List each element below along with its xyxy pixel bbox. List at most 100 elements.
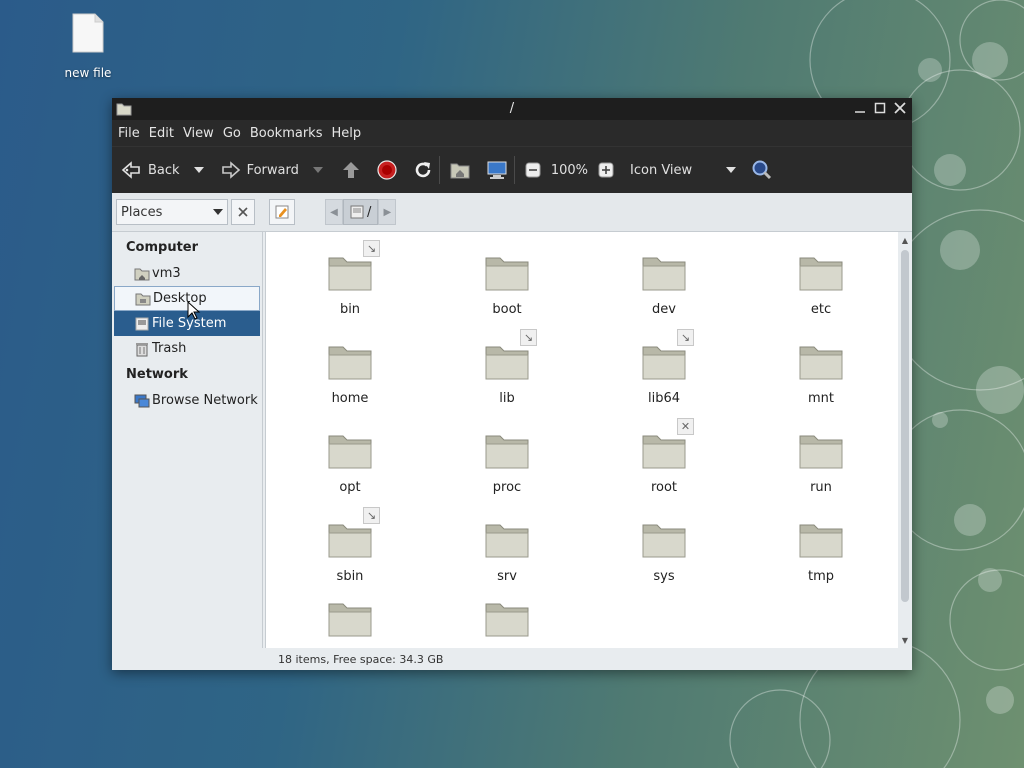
- toggle-location-entry-button[interactable]: [269, 199, 295, 225]
- path-scroll-left[interactable]: ◀: [325, 199, 343, 225]
- path-bar: ◀ / ▶: [325, 199, 397, 225]
- close-sidebar-button[interactable]: [231, 199, 255, 225]
- home-folder-icon: [134, 268, 150, 280]
- sidebar-item-vm3[interactable]: vm3: [114, 261, 260, 286]
- home-button[interactable]: [450, 153, 470, 187]
- icon-grid: ↘ bin boot dev etc home ↘ lib ↘ lib64 mnt opt proc ✕ r…: [266, 232, 898, 648]
- menu-view[interactable]: View: [183, 126, 214, 141]
- path-crumb-root[interactable]: /: [343, 199, 379, 225]
- up-button[interactable]: [341, 153, 361, 187]
- folder-icon: ↘: [327, 240, 380, 292]
- toolbar: Back Forward 100% Icon View: [112, 146, 912, 193]
- folder-icon: [798, 519, 844, 559]
- titlebar[interactable]: /: [112, 98, 912, 120]
- folder-item[interactable]: srv: [447, 519, 567, 584]
- menu-help[interactable]: Help: [331, 126, 361, 141]
- folder-name: root: [650, 480, 678, 495]
- folder-name: etc: [810, 302, 832, 317]
- folder-icon: [484, 430, 530, 470]
- folder-name: home: [331, 391, 369, 406]
- folder-icon: [327, 430, 373, 470]
- computer-icon: [487, 161, 507, 179]
- scroll-down-arrow[interactable]: ▼: [898, 634, 912, 648]
- search-icon: [752, 160, 772, 180]
- back-history-dropdown[interactable]: [193, 153, 204, 187]
- chevron-down-icon: [193, 167, 204, 173]
- chevron-down-icon: [726, 167, 737, 173]
- menu-edit[interactable]: Edit: [149, 126, 174, 141]
- close-button[interactable]: [892, 100, 908, 116]
- folder-item[interactable]: tmp: [761, 519, 881, 584]
- folder-item[interactable]: proc: [447, 430, 567, 495]
- vertical-scrollbar[interactable]: ▲ ▼: [898, 232, 912, 648]
- folder-icon: ✕: [641, 418, 694, 470]
- folder-name: srv: [497, 569, 517, 584]
- folder-item[interactable]: ↘ lib64: [604, 329, 724, 406]
- forward-button[interactable]: Forward: [220, 153, 299, 187]
- home-folder-icon: [450, 163, 470, 179]
- forward-arrow-icon: [221, 161, 240, 179]
- desktop-file-new-file[interactable]: new file: [58, 12, 118, 80]
- toolbar-separator: [438, 156, 440, 184]
- folder-icon: ↘: [484, 329, 537, 381]
- folder-icon: [484, 598, 530, 638]
- back-button[interactable]: Back: [120, 153, 180, 187]
- search-button[interactable]: [750, 153, 772, 187]
- menu-bookmarks[interactable]: Bookmarks: [250, 126, 323, 141]
- folder-item[interactable]: opt: [290, 430, 410, 495]
- scrollbar-thumb[interactable]: [901, 250, 909, 602]
- folder-item[interactable]: [447, 598, 567, 648]
- folder-item[interactable]: mnt: [761, 341, 881, 406]
- folder-icon: [798, 430, 844, 470]
- folder-item[interactable]: ↘ bin: [290, 240, 410, 317]
- menu-go[interactable]: Go: [223, 126, 241, 141]
- reload-button[interactable]: [413, 153, 433, 187]
- places-label: Places: [121, 204, 163, 220]
- window-title: /: [509, 101, 515, 116]
- folder-name: run: [810, 480, 832, 495]
- folder-name: tmp: [807, 569, 834, 584]
- path-scroll-right[interactable]: ▶: [378, 199, 397, 225]
- menu-file[interactable]: File: [118, 126, 140, 141]
- maximize-button[interactable]: [872, 100, 888, 116]
- folder-name: sbin: [336, 569, 364, 584]
- folder-name: lib64: [647, 391, 681, 406]
- sidebar-item-browse-network[interactable]: Browse Network: [114, 388, 260, 413]
- folder-item[interactable]: dev: [604, 252, 724, 317]
- forward-history-dropdown[interactable]: [312, 153, 323, 187]
- folder-item[interactable]: ↘ sbin: [290, 507, 410, 584]
- zoom-out-icon: [525, 162, 541, 178]
- minimize-button[interactable]: [852, 100, 868, 116]
- status-bar: 18 items, Free space: 34.3 GB: [262, 648, 912, 670]
- scroll-up-arrow[interactable]: ▲: [898, 234, 912, 248]
- folder-item[interactable]: etc: [761, 252, 881, 317]
- file-view[interactable]: ↘ bin boot dev etc home ↘ lib ↘ lib64 mnt opt proc ✕ r…: [265, 232, 912, 648]
- folder-item[interactable]: home: [290, 341, 410, 406]
- folder-item[interactable]: ↘ lib: [447, 329, 567, 406]
- places-dropdown[interactable]: Places: [116, 199, 228, 225]
- stop-icon: [377, 160, 397, 180]
- zoom-in-button[interactable]: [598, 153, 614, 187]
- folder-icon: [327, 341, 373, 381]
- close-icon: [238, 207, 248, 217]
- back-arrow-icon: [121, 161, 140, 179]
- sidebar-item-label: vm3: [152, 266, 181, 281]
- computer-button[interactable]: [486, 153, 508, 187]
- symlink-emblem-icon: ↘: [677, 329, 694, 346]
- symlink-emblem-icon: ↘: [520, 329, 537, 346]
- chevron-down-icon: [312, 167, 323, 173]
- folder-name: dev: [652, 302, 676, 317]
- sidebar-item-trash[interactable]: Trash: [114, 336, 260, 361]
- edit-icon: [275, 205, 289, 219]
- folder-name: opt: [339, 480, 361, 495]
- folder-item[interactable]: run: [761, 430, 881, 495]
- folder-item[interactable]: sys: [604, 519, 724, 584]
- network-icon: [134, 394, 150, 407]
- folder-item[interactable]: ✕ root: [604, 418, 724, 495]
- folder-item[interactable]: boot: [447, 252, 567, 317]
- zoom-out-button[interactable]: [525, 153, 541, 187]
- stop-button[interactable]: [377, 153, 397, 187]
- view-mode-select[interactable]: Icon View: [630, 153, 737, 187]
- status-text: 18 items, Free space: 34.3 GB: [278, 652, 444, 666]
- folder-item[interactable]: [290, 598, 410, 648]
